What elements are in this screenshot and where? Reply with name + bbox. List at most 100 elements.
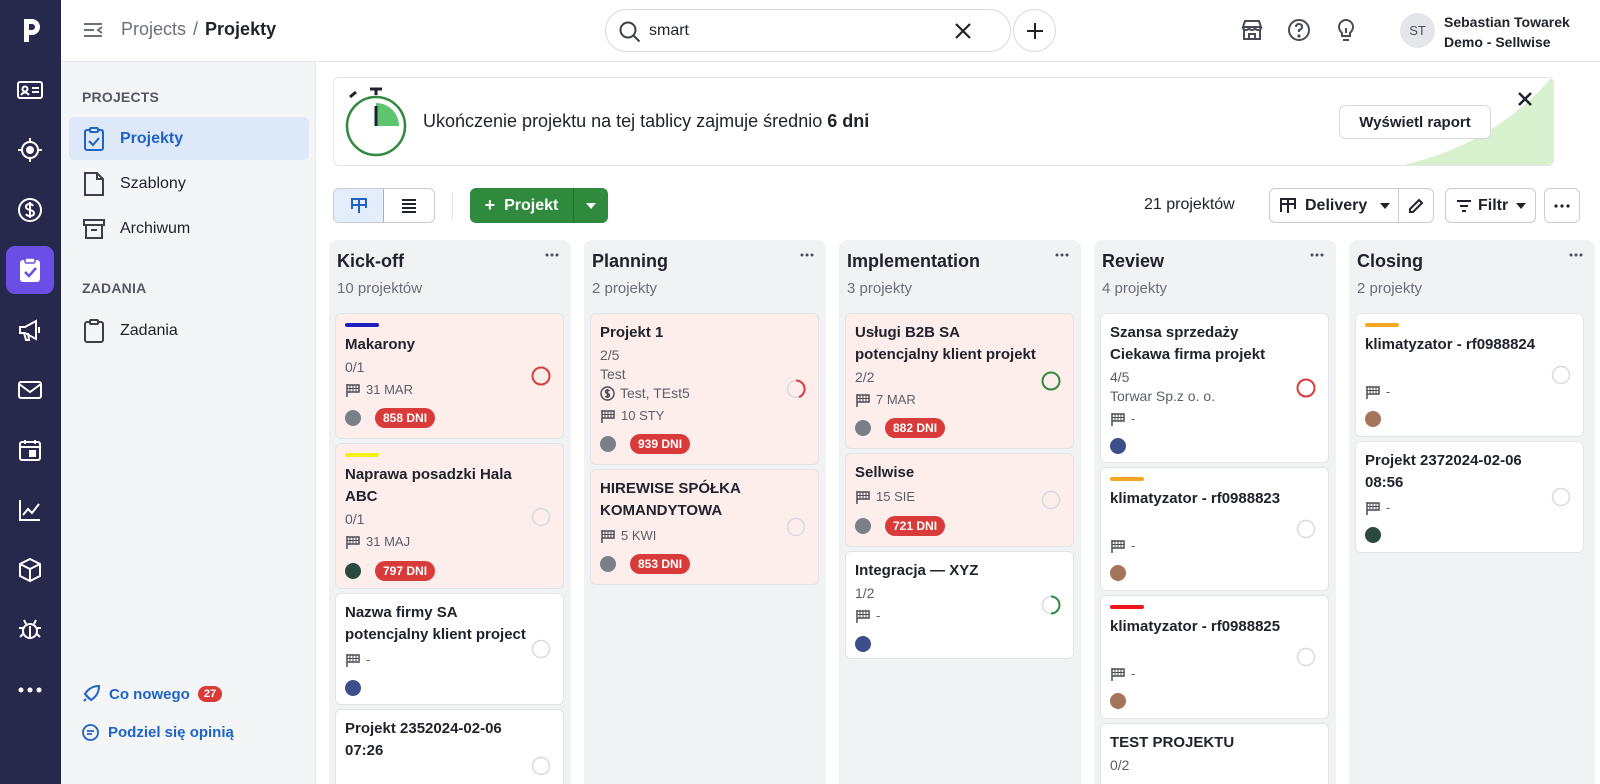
pipeline-select[interactable]: Delivery xyxy=(1269,188,1399,223)
edit-pipeline-button[interactable] xyxy=(1398,188,1434,223)
status-ring-icon[interactable] xyxy=(531,507,551,527)
flag-icon xyxy=(345,653,361,667)
flag-icon xyxy=(855,490,871,504)
pipedrive-logo-icon[interactable] xyxy=(0,0,61,60)
status-ring-icon[interactable] xyxy=(786,517,806,537)
sidebar-item-projekty[interactable]: Projekty xyxy=(69,117,309,160)
status-ring-icon[interactable] xyxy=(1041,490,1061,510)
banner-text-main: Ukończenie projektu na tej tablicy zajmu… xyxy=(423,111,828,131)
project-card[interactable]: Projekt 1 2/5 Test Test, TEst5 10 STY 93… xyxy=(590,313,819,465)
card-progress: 2/5 xyxy=(600,347,620,363)
status-ring-icon[interactable] xyxy=(531,756,551,776)
breadcrumb-root[interactable]: Projects xyxy=(121,19,186,40)
filter-button[interactable]: Filtr xyxy=(1445,188,1536,223)
feedback-label: Podziel się opinią xyxy=(108,724,234,741)
projects-sidebar: PROJECTS Projekty Szablony Archiwum ZADA… xyxy=(61,62,316,784)
toolbar-divider xyxy=(452,192,453,219)
user-name: Sebastian Towarek xyxy=(1444,14,1570,30)
project-card[interactable]: Integracja — XYZ 1/2 - xyxy=(845,551,1074,659)
project-card[interactable]: Usługi B2B SA potencjalny klient projekt… xyxy=(845,313,1074,449)
target-icon[interactable] xyxy=(6,126,54,174)
close-banner-icon[interactable] xyxy=(1517,91,1533,107)
project-card[interactable]: Sellwise 15 SIE 721 DNI xyxy=(845,453,1074,547)
overdue-badge: 797 DNI xyxy=(375,561,436,581)
flag-icon xyxy=(600,409,616,423)
project-card[interactable]: Makarony 0/1 31 MAR 858 DNI xyxy=(335,313,564,439)
avatar xyxy=(1365,411,1381,427)
insight-banner: Ukończenie projektu na tej tablicy zajmu… xyxy=(333,77,1554,166)
project-card[interactable]: klimatyzator - rf0988825 - xyxy=(1100,595,1329,719)
project-card[interactable]: HIREWISE SPÓŁKA KOMANDYTOWA 5 KWI 853 DN… xyxy=(590,469,819,585)
mail-icon[interactable] xyxy=(6,366,54,414)
add-project-dropdown[interactable] xyxy=(573,188,608,223)
card-title: Nazwa firmy SA potencjalny klient projec… xyxy=(345,604,526,643)
project-card[interactable]: Projekt 2372024-02-06 08:56 - xyxy=(1355,441,1584,553)
feedback-link[interactable]: Podziel się opinią xyxy=(82,724,234,741)
user-avatar[interactable]: ST xyxy=(1400,13,1435,48)
column-menu-icon[interactable] xyxy=(1055,253,1069,257)
add-project-button[interactable]: + Projekt xyxy=(470,188,573,223)
project-card[interactable]: Naprawa posadzki Hala ABC 0/1 31 MAJ 797… xyxy=(335,443,564,589)
status-ring-icon[interactable] xyxy=(1296,378,1316,398)
status-ring-icon[interactable] xyxy=(1296,519,1316,539)
status-ring-icon[interactable] xyxy=(1551,487,1571,507)
project-card[interactable]: klimatyzator - rf0988824 - xyxy=(1355,313,1584,437)
bug-icon[interactable] xyxy=(6,606,54,654)
status-ring-icon[interactable] xyxy=(1296,647,1316,667)
chart-icon[interactable] xyxy=(6,486,54,534)
clear-search-icon[interactable] xyxy=(953,21,973,41)
quick-add-button[interactable] xyxy=(1013,9,1056,52)
contacts-icon[interactable] xyxy=(6,66,54,114)
card-due: 10 STY xyxy=(600,408,664,423)
more-icon[interactable] xyxy=(6,666,54,714)
lightbulb-icon[interactable] xyxy=(1334,18,1358,42)
status-ring-icon[interactable] xyxy=(1041,371,1061,391)
project-card[interactable]: klimatyzator - rf0988823 - xyxy=(1100,467,1329,591)
more-options-button[interactable] xyxy=(1544,188,1580,223)
project-card[interactable]: TEST PROJEKTU 0/2 xyxy=(1100,723,1329,784)
status-ring-icon[interactable] xyxy=(531,366,551,386)
avatar xyxy=(1365,527,1381,543)
rocket-icon xyxy=(82,685,100,703)
sidebar-item-zadania[interactable]: Zadania xyxy=(69,309,309,352)
dollar-icon[interactable] xyxy=(6,186,54,234)
board-view-button[interactable] xyxy=(334,189,385,222)
marketplace-icon[interactable] xyxy=(1240,18,1264,42)
card-progress: 0/1 xyxy=(345,511,365,527)
status-ring-icon[interactable] xyxy=(1041,595,1061,615)
add-project-button-group: + Projekt xyxy=(470,188,608,223)
box-icon[interactable] xyxy=(6,546,54,594)
label-stripe xyxy=(1110,605,1144,609)
column-menu-icon[interactable] xyxy=(1569,253,1583,257)
whats-new-link[interactable]: Co nowego 27 xyxy=(82,685,223,703)
calendar-icon[interactable] xyxy=(6,426,54,474)
avatar xyxy=(1110,438,1126,454)
board-column-kick-off: Kick-off 10 projektów Makarony 0/1 31 MA… xyxy=(329,240,571,784)
collapse-menu-icon[interactable] xyxy=(81,19,105,41)
project-card[interactable]: Nazwa firmy SA potencjalny klient projec… xyxy=(335,593,564,705)
list-view-button[interactable] xyxy=(384,189,434,222)
status-ring-icon[interactable] xyxy=(786,379,806,399)
projects-icon[interactable] xyxy=(6,246,54,294)
filter-icon xyxy=(1456,199,1472,213)
avatar xyxy=(855,420,871,436)
status-ring-icon[interactable] xyxy=(531,639,551,659)
column-menu-icon[interactable] xyxy=(800,253,814,257)
filter-label: Filtr xyxy=(1478,196,1509,214)
help-icon[interactable] xyxy=(1287,18,1311,42)
view-report-button[interactable]: Wyświetl raport xyxy=(1339,105,1491,139)
card-date: 15 SIE xyxy=(876,489,916,504)
column-menu-icon[interactable] xyxy=(1310,253,1324,257)
status-ring-icon[interactable] xyxy=(1551,365,1571,385)
column-menu-icon[interactable] xyxy=(545,253,559,257)
project-card[interactable]: Projekt 2352024-02-06 07:26 xyxy=(335,709,564,784)
user-info[interactable]: Sebastian Towarek Demo - Sellwise xyxy=(1444,12,1570,52)
sidebar-item-szablony[interactable]: Szablony xyxy=(69,162,309,205)
megaphone-icon[interactable] xyxy=(6,306,54,354)
flag-icon xyxy=(1110,539,1126,553)
search-box[interactable] xyxy=(605,9,1011,52)
card-due: - xyxy=(1365,384,1390,399)
sidebar-item-archiwum[interactable]: Archiwum xyxy=(69,207,309,250)
project-card[interactable]: Szansa sprzedaży Ciekawa firma projekt 4… xyxy=(1100,313,1329,463)
search-input[interactable] xyxy=(649,19,949,43)
